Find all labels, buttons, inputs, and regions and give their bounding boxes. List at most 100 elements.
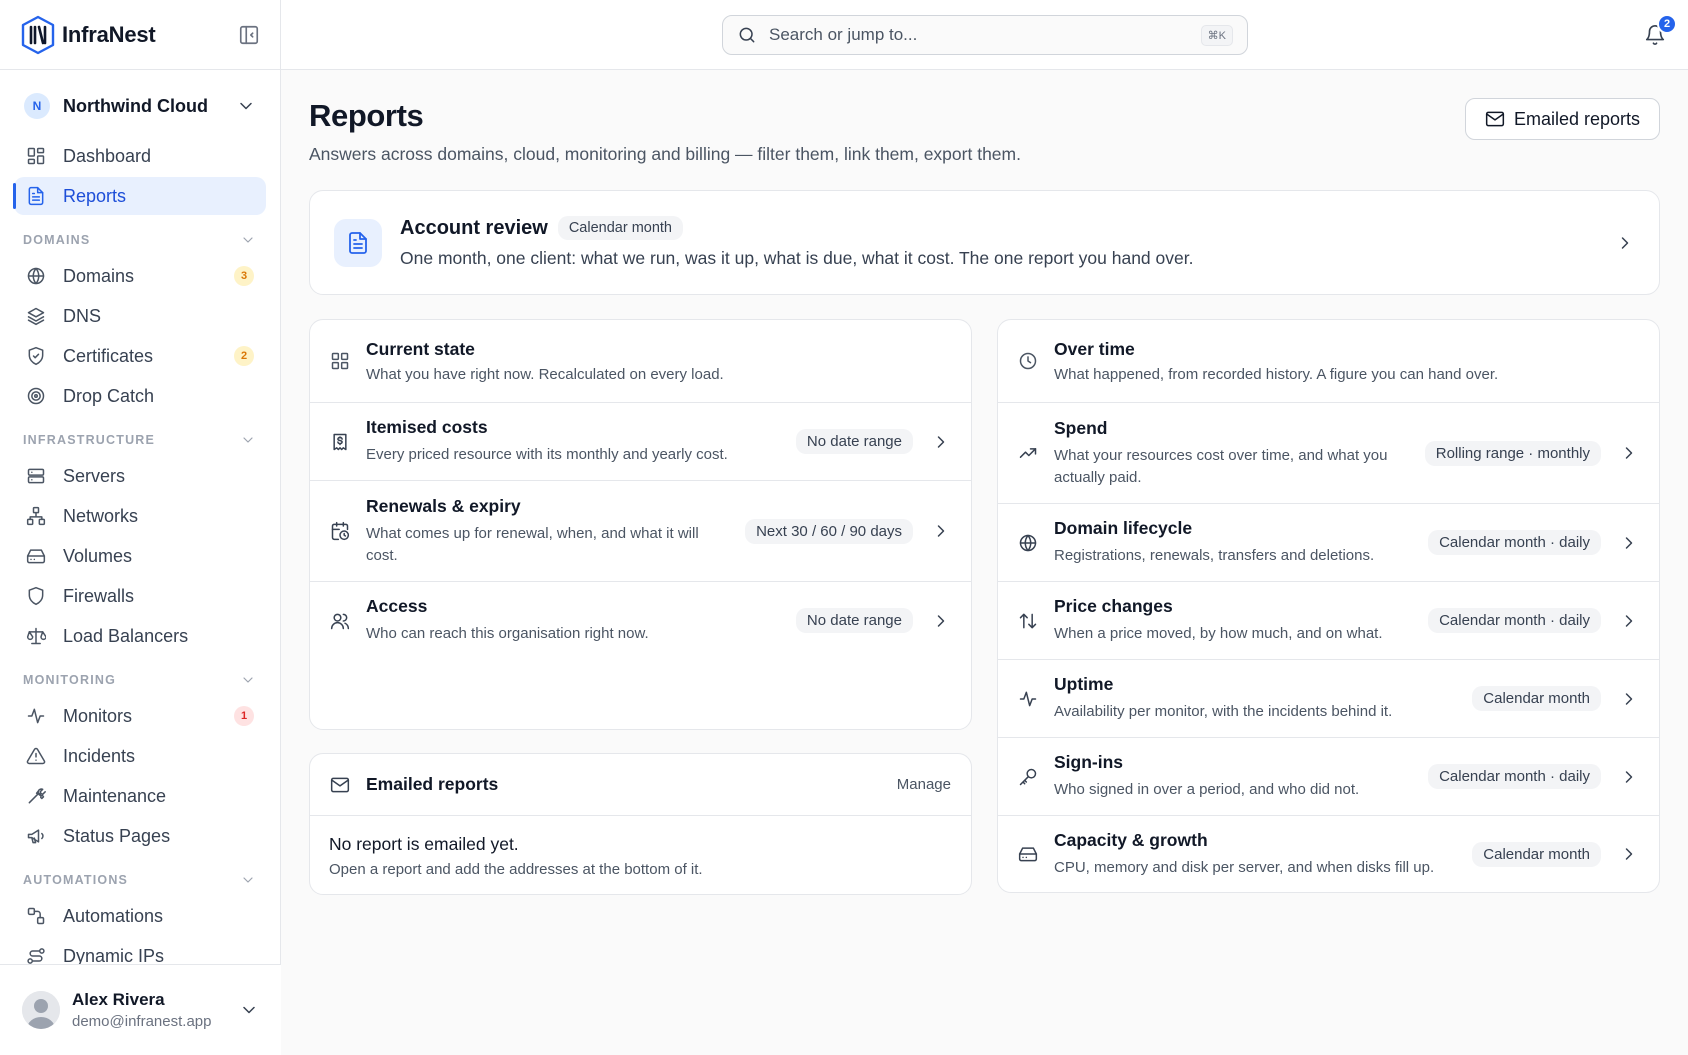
target-icon: [26, 386, 46, 406]
key-icon: [1018, 767, 1038, 787]
empty-state-subtitle: Open a report and add the addresses at t…: [329, 861, 703, 878]
manage-link[interactable]: Manage: [897, 776, 951, 793]
report-row-domain-lifecycle[interactable]: Domain lifecycle Registrations, renewals…: [998, 504, 1659, 582]
report-title: Capacity & growth: [1054, 829, 1208, 850]
current-state-card: Current state What you have right now. R…: [309, 319, 972, 730]
chevron-down-icon: [240, 432, 256, 448]
report-row-price-changes[interactable]: Price changes When a price moved, by how…: [998, 582, 1659, 660]
report-title: Access: [366, 596, 428, 616]
report-row-sign-ins[interactable]: Sign-ins Who signed in over a period, an…: [998, 738, 1659, 816]
nav-section-title: AUTOMATIONS: [23, 873, 129, 887]
sidebar-item-incidents[interactable]: Incidents: [14, 737, 266, 775]
sidebar-item-label: Monitors: [63, 705, 133, 726]
dashboard-icon: [26, 146, 46, 166]
sidebar-item-label: Servers: [63, 465, 126, 486]
report-icon: [334, 218, 382, 267]
report-row-renewals-expiry[interactable]: Renewals & expiry What comes up for rene…: [310, 481, 971, 582]
globe-icon: [1018, 533, 1038, 553]
sidebar-item-label: Drop Catch: [63, 385, 155, 406]
search-input[interactable]: Search or jump to... ⌘K: [722, 15, 1248, 55]
collapse-sidebar-icon[interactable]: [238, 24, 260, 46]
report-description: CPU, memory and disk per server, and whe…: [1054, 858, 1435, 876]
sidebar: InfraNest N Northwind Cloud Dashboard Re…: [0, 0, 281, 1055]
sidebar-item-automations[interactable]: Automations: [14, 897, 266, 935]
date-range-badge: No date range: [795, 429, 913, 454]
layers-icon: [26, 306, 46, 326]
sidebar-item-firewalls[interactable]: Firewalls: [14, 577, 266, 615]
user-menu[interactable]: Alex Rivera demo@infranest.app: [0, 964, 281, 1055]
sidebar-item-label: Incidents: [63, 745, 136, 766]
workflow-icon: [26, 906, 46, 926]
report-title: Renewals & expiry: [366, 495, 521, 516]
main-content: Reports Answers across domains, cloud, m…: [281, 70, 1688, 1055]
infranest-logo-icon: [20, 15, 56, 55]
nav-section-automations[interactable]: AUTOMATIONS: [14, 857, 266, 897]
org-switcher[interactable]: N Northwind Cloud: [14, 86, 266, 126]
report-row-capacity-growth[interactable]: Capacity & growth CPU, memory and disk p…: [998, 816, 1659, 892]
report-row-itemised-costs[interactable]: Itemised costs Every priced resource wit…: [310, 403, 971, 481]
chevron-down-icon: [240, 232, 256, 248]
sidebar-item-servers[interactable]: Servers: [14, 457, 266, 495]
section-title: Current state: [366, 339, 475, 359]
page-title: Reports: [309, 98, 424, 133]
nav-section-infrastructure[interactable]: INFRASTRUCTURE: [14, 417, 266, 457]
account-review-card[interactable]: Account review Calendar month One month,…: [309, 190, 1660, 295]
globe-icon: [26, 266, 46, 286]
report-description: What comes up for renewal, when, and wha…: [366, 524, 699, 564]
sidebar-item-volumes[interactable]: Volumes: [14, 537, 266, 575]
date-range-badge: No date range: [795, 608, 913, 633]
sidebar-item-maintenance[interactable]: Maintenance: [14, 777, 266, 815]
chevron-right-icon: [931, 521, 951, 541]
date-range-badge: Calendar month: [1472, 841, 1601, 867]
sidebar-item-certificates[interactable]: Certificates 2: [14, 337, 266, 375]
sidebar-item-dashboard[interactable]: Dashboard: [14, 137, 266, 175]
nav-section-domains[interactable]: DOMAINS: [14, 217, 266, 257]
sidebar-item-networks[interactable]: Networks: [14, 497, 266, 535]
sidebar-item-reports[interactable]: Reports: [13, 177, 266, 215]
users-icon: [330, 611, 350, 631]
report-title: Uptime: [1054, 674, 1114, 694]
empty-state-title: No report is emailed yet.: [329, 834, 519, 854]
report-row-spend[interactable]: Spend What your resources cost over time…: [998, 403, 1659, 504]
shortcut-hint: ⌘K: [1200, 24, 1233, 46]
sidebar-item-dns[interactable]: DNS: [14, 297, 266, 335]
report-description: Availability per monitor, with the incid…: [1054, 703, 1393, 720]
user-email: demo@infranest.app: [72, 1013, 212, 1030]
sidebar-item-domains[interactable]: Domains 3: [14, 257, 266, 295]
sidebar-item-drop-catch[interactable]: Drop Catch: [14, 377, 266, 415]
sidebar-item-status-pages[interactable]: Status Pages: [14, 817, 266, 855]
section-title: Over time: [1054, 339, 1135, 359]
scale-icon: [26, 626, 46, 646]
account-review-description: One month, one client: what we run, was …: [400, 248, 1194, 268]
emailed-reports-button[interactable]: Emailed reports: [1464, 98, 1660, 140]
chevron-right-icon: [1619, 611, 1639, 631]
sidebar-item-label: Domains: [63, 265, 135, 286]
report-description: Who signed in over a period, and who did…: [1054, 781, 1360, 798]
empty-state: No report is emailed yet. Open a report …: [310, 816, 971, 894]
report-description: Every priced resource with its monthly a…: [366, 446, 728, 463]
avatar: [22, 991, 60, 1029]
section-title: Emailed reports: [366, 774, 499, 794]
report-row-uptime[interactable]: Uptime Availability per monitor, with th…: [998, 660, 1659, 738]
report-title: Price changes: [1054, 596, 1173, 616]
arrows-up-down-icon: [1018, 611, 1038, 631]
sidebar-item-label: Reports: [63, 185, 127, 206]
sidebar-item-label: DNS: [63, 305, 102, 326]
grid-icon: [330, 351, 350, 371]
report-title: Spend: [1054, 417, 1108, 438]
chevron-right-icon: [1619, 533, 1639, 553]
report-icon: [26, 186, 46, 206]
page-subtitle: Answers across domains, cloud, monitorin…: [309, 144, 1021, 164]
account-review-title: Account review: [400, 216, 548, 239]
sidebar-item-monitors[interactable]: Monitors 1: [14, 697, 266, 735]
activity-icon: [1018, 689, 1038, 709]
report-row-access[interactable]: Access Who can reach this organisation r…: [310, 582, 971, 659]
sidebar-item-load-balancers[interactable]: Load Balancers: [14, 617, 266, 655]
report-title: Domain lifecycle: [1054, 518, 1193, 538]
nav-section-monitoring[interactable]: MONITORING: [14, 657, 266, 697]
sidebar-item-label: Volumes: [63, 545, 133, 566]
chevron-right-icon: [1619, 844, 1639, 864]
sidebar-item-label: Load Balancers: [63, 625, 189, 646]
sidebar-item-label: Maintenance: [63, 785, 167, 806]
report-description: When a price moved, by how much, and on …: [1054, 625, 1383, 642]
